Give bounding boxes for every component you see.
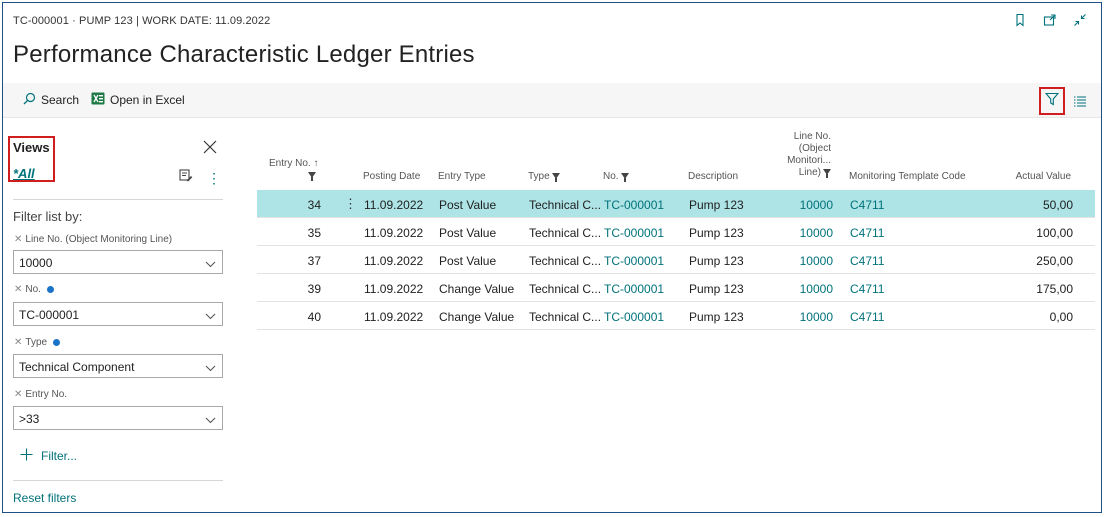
- bookmark-icon[interactable]: [1013, 13, 1027, 27]
- list-view-icon[interactable]: [1073, 94, 1087, 113]
- template-link[interactable]: C4711: [850, 282, 884, 296]
- filter-pane: Views *All ⋮ Filter list by: ✕ Line No. …: [3, 118, 238, 512]
- no-link[interactable]: TC-000001: [604, 254, 664, 268]
- action-bar: Search Open in Excel: [3, 83, 1101, 118]
- page-context: TC-000001 · PUMP 123 | WORK DATE: 11.09.…: [13, 15, 271, 27]
- chevron-down-icon: [205, 257, 216, 271]
- open-new-window-icon[interactable]: [1043, 13, 1057, 27]
- open-in-excel-label: Open in Excel: [110, 93, 185, 107]
- table-header: Entry No. ↑ Posting Date Entry Type Type…: [257, 118, 1095, 188]
- filter-label-no: ✕ No.: [14, 284, 54, 295]
- close-icon[interactable]: [203, 140, 217, 159]
- template-link[interactable]: C4711: [850, 198, 884, 212]
- page-title: Performance Characteristic Ledger Entrie…: [13, 41, 475, 68]
- template-link[interactable]: C4711: [850, 226, 884, 240]
- filter-input-no[interactable]: TC-000001: [13, 302, 223, 326]
- no-link[interactable]: TC-000001: [604, 310, 664, 324]
- filter-pane-toggle-button[interactable]: [1039, 87, 1065, 115]
- table-row[interactable]: 40 11.09.2022 Change Value Technical C..…: [257, 302, 1095, 330]
- filter-icon: [1044, 92, 1060, 111]
- filter-input-type[interactable]: Technical Component: [13, 354, 223, 378]
- chevron-down-icon: [205, 309, 216, 323]
- remove-filter-icon[interactable]: ✕: [14, 284, 22, 295]
- remove-filter-icon[interactable]: ✕: [14, 234, 22, 245]
- remove-filter-icon[interactable]: ✕: [14, 337, 22, 348]
- filter-label-line-no: ✕ Line No. (Object Monitoring Line): [14, 234, 173, 245]
- template-link[interactable]: C4711: [850, 310, 884, 324]
- col-header-no[interactable]: No.: [603, 171, 629, 183]
- table-row[interactable]: 34 ⋮ 11.09.2022 Post Value Technical C..…: [257, 190, 1095, 218]
- col-header-type[interactable]: Type: [528, 171, 560, 183]
- filter-input-line-no[interactable]: 10000: [13, 250, 223, 274]
- template-link[interactable]: C4711: [850, 254, 884, 268]
- col-header-entry-type[interactable]: Entry Type: [438, 171, 486, 183]
- search-label: Search: [41, 93, 80, 107]
- chevron-down-icon: [205, 361, 216, 375]
- line-no-link[interactable]: 10000: [777, 282, 833, 296]
- divider: [13, 480, 223, 481]
- line-no-link[interactable]: 10000: [777, 198, 833, 212]
- more-options-icon[interactable]: ⋮: [207, 171, 221, 185]
- no-link[interactable]: TC-000001: [604, 226, 664, 240]
- add-icon: [20, 448, 33, 464]
- col-header-posting-date[interactable]: Posting Date: [363, 171, 420, 183]
- filter-icon: [823, 169, 831, 179]
- remove-filter-icon[interactable]: ✕: [14, 389, 22, 400]
- view-actions: ⋮: [179, 169, 221, 187]
- col-header-entry-no[interactable]: Entry No. ↑: [269, 158, 318, 182]
- filter-list-by-label: Filter list by:: [13, 209, 83, 224]
- view-all-link[interactable]: *All: [13, 166, 35, 181]
- row-menu-icon[interactable]: ⋮: [344, 196, 357, 212]
- filter-input-entry-no[interactable]: >33: [13, 406, 223, 430]
- table-row[interactable]: 35 11.09.2022 Post Value Technical C... …: [257, 218, 1095, 246]
- views-title: Views: [13, 140, 50, 155]
- col-header-description[interactable]: Description: [688, 171, 738, 183]
- search-button[interactable]: Search: [23, 92, 79, 108]
- col-header-monitoring-template-code[interactable]: Monitoring Template Code: [849, 171, 966, 183]
- collapse-icon[interactable]: [1073, 13, 1087, 27]
- divider: [13, 199, 223, 200]
- chevron-down-icon: [205, 413, 216, 427]
- table-row[interactable]: 39 11.09.2022 Change Value Technical C..…: [257, 274, 1095, 302]
- info-icon[interactable]: [53, 339, 61, 346]
- page-header-actions: [1013, 13, 1087, 27]
- info-icon[interactable]: [46, 286, 54, 293]
- excel-icon: [91, 92, 105, 108]
- line-no-link[interactable]: 10000: [777, 254, 833, 268]
- save-view-icon[interactable]: [179, 169, 193, 187]
- open-in-excel-button[interactable]: Open in Excel: [91, 92, 185, 108]
- line-no-link[interactable]: 10000: [777, 226, 833, 240]
- no-link[interactable]: TC-000001: [604, 198, 664, 212]
- filter-label-entry-no: ✕ Entry No.: [14, 389, 68, 400]
- add-filter-button[interactable]: Filter...: [20, 448, 77, 464]
- search-icon: [23, 92, 36, 108]
- col-header-actual-value[interactable]: Actual Value: [997, 171, 1071, 183]
- col-header-line-no[interactable]: Line No. (Object Monitori... Line): [771, 131, 831, 179]
- table-row[interactable]: 37 11.09.2022 Post Value Technical C... …: [257, 246, 1095, 274]
- filter-icon: [551, 173, 560, 183]
- filter-label-type: ✕ Type: [14, 337, 61, 348]
- line-no-link[interactable]: 10000: [777, 310, 833, 324]
- no-link[interactable]: TC-000001: [604, 282, 664, 296]
- filter-icon: [620, 173, 629, 183]
- filter-icon: [308, 172, 316, 182]
- reset-filters-link[interactable]: Reset filters: [13, 491, 76, 505]
- app-frame: TC-000001 · PUMP 123 | WORK DATE: 11.09.…: [2, 2, 1102, 513]
